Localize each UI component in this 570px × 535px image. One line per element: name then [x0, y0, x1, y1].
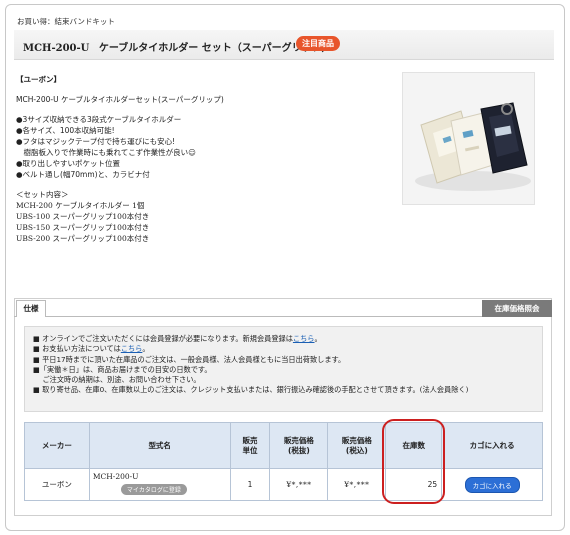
notice-line: ご注文時の納期は、別途、お問い合わせ下さい。 — [33, 375, 201, 385]
featured-badge: 注目商品 — [296, 36, 340, 51]
notice-line: ■ 取り寄せ品、在庫0、在庫数以上のご注文は、クレジット支払いまたは、銀行振込み… — [33, 385, 469, 395]
order-notice: ■ オンラインでご注文いただくには会員登録が必要になります。新規会員登録はこちら… — [24, 326, 543, 412]
tab-stock-price[interactable]: 在庫価格照会 — [482, 300, 552, 317]
set-contents-heading: ＜セット内容＞ — [16, 190, 69, 199]
column-header-price-ex: 販売価格(税抜) — [269, 422, 329, 469]
stock-highlight-annotation — [382, 419, 445, 504]
register-link[interactable]: こちら — [293, 334, 315, 343]
product-code: MCH-200-U — [23, 43, 90, 54]
add-to-cart-button[interactable]: カゴに入れる — [464, 476, 520, 493]
model-name: MCH-200-U — [92, 472, 139, 481]
table-header-row: メーカー 型式名 販売単位 販売価格(税抜) 販売価格(税込) 在庫数 カゴに入… — [24, 422, 543, 469]
notice-line: ■ 平日17時までに頂いた在庫品のご注文は、一般会員様、法人会員様ともに当日出荷… — [33, 354, 346, 364]
notice-line: ■ お支払い方法についてはこちら。 — [33, 344, 150, 354]
cell-model: MCH-200-U マイカタログに登録 — [88, 468, 231, 501]
add-to-my-catalog-button[interactable]: マイカタログに登録 — [120, 484, 187, 495]
feature-item: ●取り出しやすいポケット位置 — [16, 159, 120, 168]
product-photo-illustration — [403, 73, 534, 204]
cell-price-in: ¥*,*** — [327, 468, 387, 501]
breadcrumb[interactable]: お買い得：結束バンドキット — [17, 16, 115, 27]
feature-item: 樹脂板入りで作業時にも乗れてこず作業性が良い☺ — [16, 148, 196, 157]
notice-line: ■「実働＊日」は、商品お届けまでの目安の日数です。 — [33, 364, 212, 374]
page-title: MCH-200-U ケーブルタイホルダー セット（スーパーグリップ） — [23, 39, 332, 54]
column-header-unit: 販売単位 — [229, 422, 271, 469]
set-item: UBS-100 スーパーグリップ100本付き — [16, 212, 150, 221]
set-item: MCH-200 ケーブルタイホルダー 1個 — [16, 201, 145, 210]
product-photo[interactable] — [402, 72, 535, 205]
product-title-bar: MCH-200-U ケーブルタイホルダー セット（スーパーグリップ） 注目商品 — [14, 30, 554, 60]
description-headline: MCH-200-U ケーブルタイホルダーセット(スーパーグリップ) — [16, 95, 224, 104]
column-header-price-in: 販売価格(税込) — [327, 422, 387, 469]
tab-divider — [14, 316, 552, 317]
brand-label: 【ユーボン】 — [16, 75, 61, 84]
feature-item: ●フタはマジックテープ付で持ち運びにも安心! — [16, 137, 176, 146]
cell-price-ex: ¥*,*** — [269, 468, 329, 501]
feature-item: ●ベルト通し(幅70mm)と、カラビナ付 — [16, 170, 150, 179]
feature-item: ●3サイズ収納できる3段式ケーブルタイホルダー — [16, 115, 182, 124]
table-row: ユーボン MCH-200-U マイカタログに登録 1 ¥*,*** ¥*,***… — [24, 468, 543, 501]
payment-link[interactable]: こちら — [121, 344, 143, 353]
feature-item: ●各サイズ、100本収納可能! — [16, 126, 115, 135]
stock-price-table: メーカー 型式名 販売単位 販売価格(税抜) 販売価格(税込) 在庫数 カゴに入… — [24, 422, 543, 501]
cell-unit: 1 — [229, 468, 271, 501]
product-description: 【ユーボン】 MCH-200-U ケーブルタイホルダーセット(スーパーグリップ)… — [16, 74, 386, 244]
notice-line: ■ オンラインでご注文いただくには会員登録が必要になります。新規会員登録はこちら… — [33, 334, 322, 343]
cell-maker: ユーボン — [24, 468, 90, 501]
tab-spec[interactable]: 仕様 — [16, 300, 46, 317]
column-header-model: 型式名 — [88, 422, 231, 469]
cell-cart: カゴに入れる — [441, 468, 543, 501]
set-item: UBS-200 スーパーグリップ100本付き — [16, 234, 150, 243]
set-item: UBS-150 スーパーグリップ100本付き — [16, 223, 150, 232]
column-header-cart: カゴに入れる — [441, 422, 543, 469]
column-header-maker: メーカー — [24, 422, 90, 469]
